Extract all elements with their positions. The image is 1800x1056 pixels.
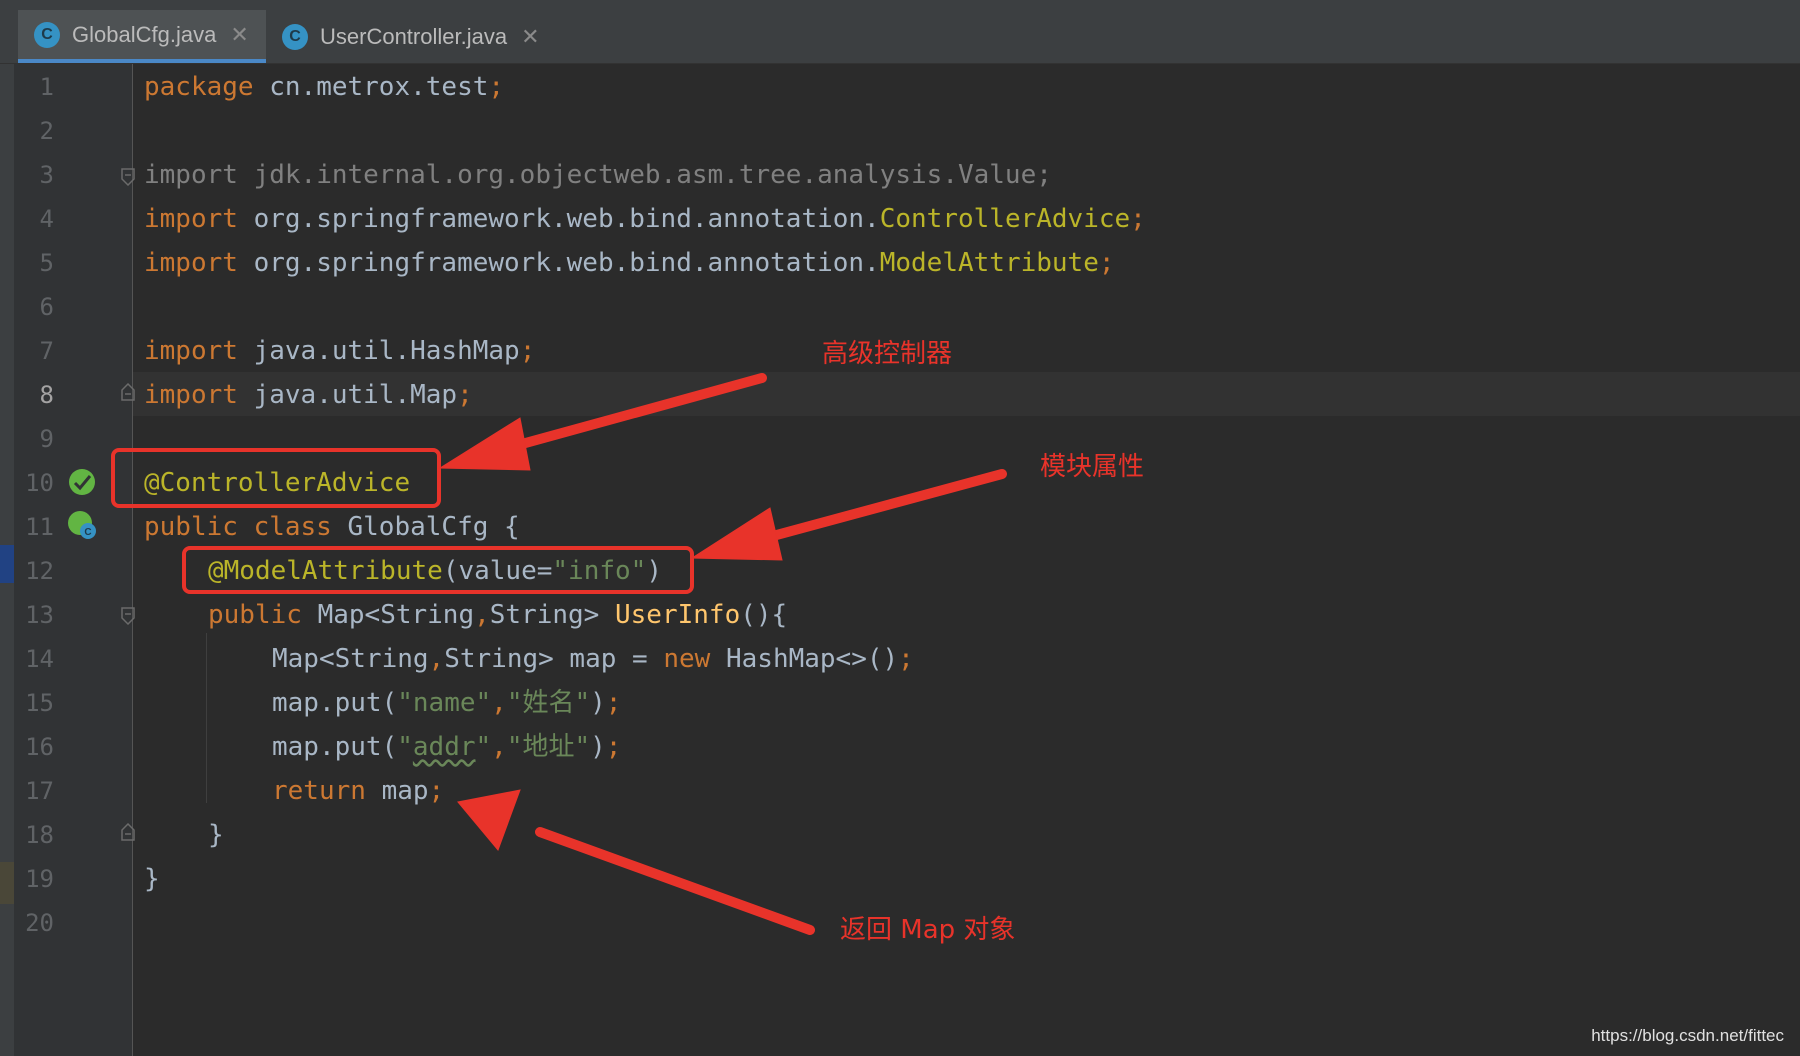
- callout-text-controller: 高级控制器: [822, 339, 953, 369]
- callout-text-return-map: 返回 Map 对象: [840, 915, 1016, 945]
- arrow-head-model: [690, 507, 783, 561]
- callout-text-model-attribute: 模块属性: [1040, 452, 1145, 482]
- arrow-shaft-controller: [495, 373, 767, 455]
- arrow-shaft-model: [753, 469, 1007, 545]
- arrow-head-return: [457, 789, 521, 851]
- arrow-shaft-return: [535, 827, 815, 935]
- watermark: https://blog.csdn.net/fittec: [1591, 1026, 1784, 1045]
- arrow-head-controller: [438, 417, 531, 471]
- callout-arrows: [438, 373, 1007, 935]
